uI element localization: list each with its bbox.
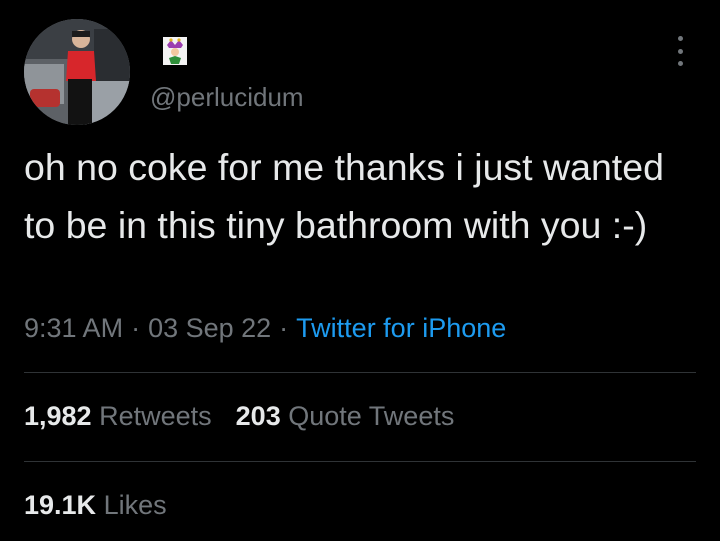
tweet-date[interactable]: 03 Sep 22 [148,313,271,343]
dot [677,36,683,41]
meta-separator: · [131,313,141,343]
tweet-time[interactable]: 9:31 AM [24,313,123,343]
engagement-stats: 1,982 Retweets 203 Quote Tweets [24,399,454,433]
profile-photo-icon [24,19,130,125]
tweet-meta: 9:31 AM · 03 Sep 22 · Twitter for iPhone [24,311,506,345]
likes-count: 19.1K [24,490,97,520]
more-options-icon[interactable] [668,36,692,66]
tweet-text: oh no coke for me thanks i just wanted t… [24,146,664,246]
dot [677,61,683,66]
tweet-source-link[interactable]: Twitter for iPhone [296,313,506,343]
divider [24,372,696,373]
retweets-stat[interactable]: 1,982 Retweets [24,401,212,431]
quote-tweets-label: Quote Tweets [288,401,455,431]
avatar[interactable] [24,19,130,125]
retweets-label: Retweets [99,401,212,431]
jester-emoji-icon [162,36,188,66]
dot [677,48,683,54]
likes-label: Likes [103,490,167,520]
likes-stat[interactable]: 19.1K Likes [24,490,167,520]
quote-tweets-stat[interactable]: 203 Quote Tweets [236,401,455,431]
divider [24,461,696,462]
likes-stats: 19.1K Likes [24,488,167,522]
user-handle[interactable]: @perlucidum [150,82,304,112]
quote-tweets-count: 203 [235,401,281,431]
meta-separator: · [279,313,289,343]
retweets-count: 1,982 [24,401,92,431]
